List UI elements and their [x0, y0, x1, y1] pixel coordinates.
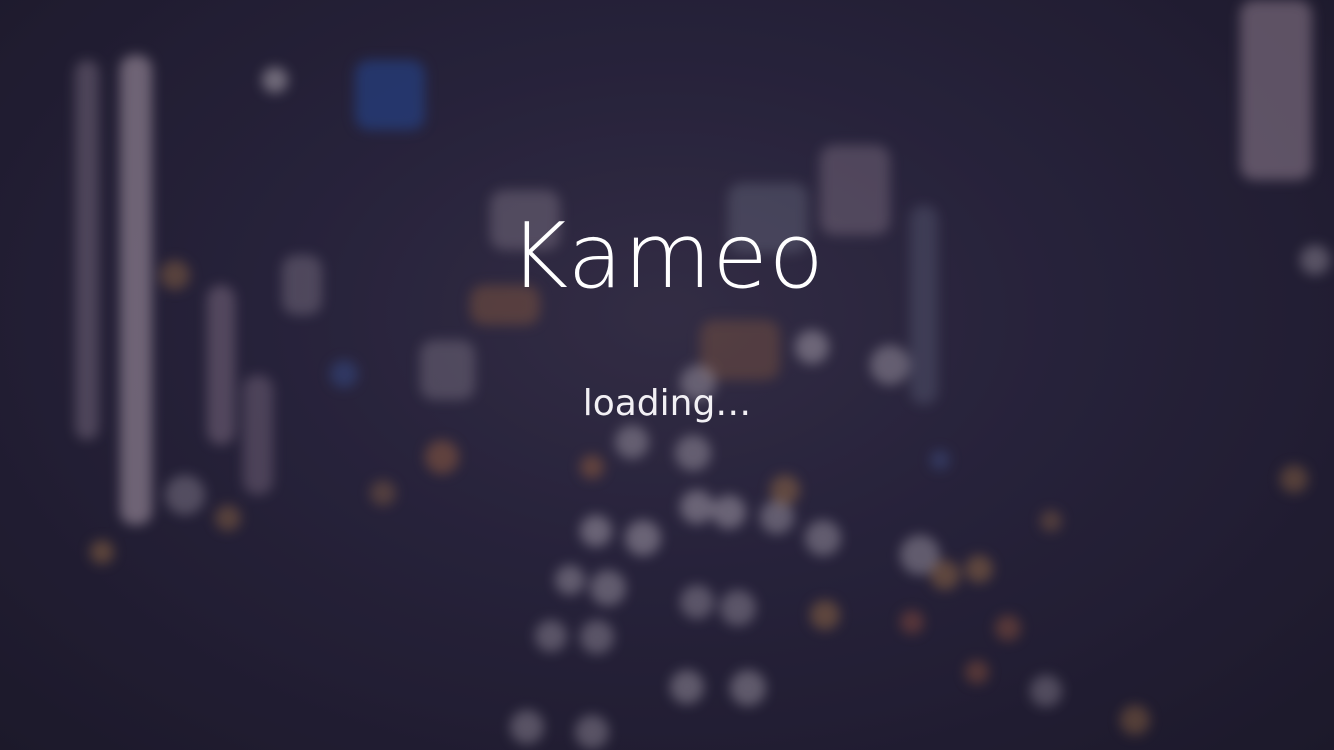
loading-label: loading… — [582, 383, 752, 424]
app-title: Kameo — [509, 204, 825, 309]
splash-content: Kameo loading… — [0, 0, 1334, 750]
splash-screen: Kameo loading… — [0, 0, 1334, 750]
